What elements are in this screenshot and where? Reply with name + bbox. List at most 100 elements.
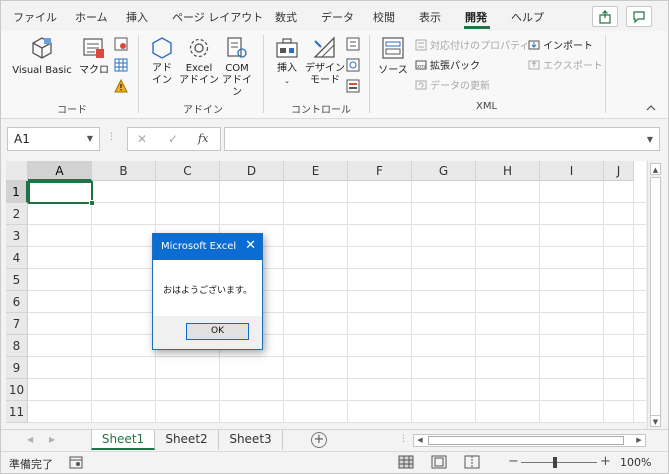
- macro-button[interactable]: マクロ: [79, 35, 109, 89]
- tab-split-handle-icon[interactable]: ⋮: [399, 434, 408, 444]
- expansion-packs-button[interactable]: xml 拡張パック: [415, 57, 480, 72]
- refresh-data-button[interactable]: データの更新: [415, 77, 490, 92]
- cancel-entry-icon[interactable]: ✕: [137, 132, 147, 146]
- formula-input[interactable]: ▼: [224, 127, 660, 151]
- name-box[interactable]: A1 ▼: [7, 127, 100, 151]
- row-header-5[interactable]: 5: [6, 269, 28, 291]
- insert-function-icon[interactable]: fx: [198, 132, 208, 145]
- column-header-j[interactable]: J: [604, 161, 634, 181]
- view-code-icon[interactable]: [346, 58, 360, 72]
- visual-basic-label: Visual Basic: [12, 65, 72, 76]
- tab-insert[interactable]: 挿入: [126, 9, 148, 25]
- zoom-slider[interactable]: [521, 462, 597, 463]
- record-macro-icon[interactable]: [114, 37, 128, 51]
- active-cell[interactable]: [28, 181, 95, 206]
- tab-data[interactable]: データ: [321, 9, 354, 25]
- tab-help[interactable]: ヘルプ: [511, 9, 544, 25]
- column-header-f[interactable]: F: [348, 161, 412, 181]
- row-header-7[interactable]: 7: [6, 313, 28, 335]
- page-break-view-icon[interactable]: [464, 455, 480, 469]
- import-button[interactable]: インポート: [528, 37, 593, 52]
- tab-home[interactable]: ホーム: [75, 9, 108, 25]
- addins-label-1: アド: [152, 63, 172, 74]
- addins-button[interactable]: アド イン: [143, 35, 181, 95]
- row-header-4[interactable]: 4: [6, 247, 28, 269]
- page-layout-view-icon[interactable]: [431, 455, 447, 469]
- row-header-6[interactable]: 6: [6, 291, 28, 313]
- tab-formulas[interactable]: 数式: [275, 9, 297, 25]
- expand-formula-icon[interactable]: ▼: [647, 135, 653, 144]
- horizontal-scrollbar[interactable]: ◀ ▶: [413, 434, 646, 447]
- column-header-i[interactable]: I: [540, 161, 604, 181]
- visual-basic-button[interactable]: Visual Basic: [9, 35, 75, 89]
- expansion-packs-icon: xml: [415, 60, 427, 70]
- scroll-down-icon[interactable]: ▼: [650, 415, 661, 427]
- row-header-1[interactable]: 1: [6, 181, 28, 203]
- vertical-scrollbar[interactable]: ▲ ▼: [647, 161, 662, 429]
- zoom-slider-thumb[interactable]: [553, 457, 557, 468]
- toolbox-icon: [276, 38, 298, 58]
- macro-recording-icon[interactable]: [69, 456, 83, 469]
- ok-button[interactable]: OK: [186, 323, 249, 340]
- tab-page-layout[interactable]: ページ レイアウト: [172, 9, 263, 25]
- column-header-c[interactable]: C: [156, 161, 220, 181]
- comments-button[interactable]: [626, 6, 652, 27]
- sheet-tab-sheet2[interactable]: Sheet2: [155, 430, 219, 450]
- scroll-up-icon[interactable]: ▲: [650, 163, 661, 175]
- row-header-2[interactable]: 2: [6, 203, 28, 225]
- insert-control-button[interactable]: 挿入 ⌄: [269, 35, 305, 97]
- column-header-d[interactable]: D: [220, 161, 284, 181]
- scroll-thumb[interactable]: [650, 177, 661, 417]
- horizontal-scroll-thumb[interactable]: [428, 436, 624, 445]
- previous-sheet-icon[interactable]: ◀: [27, 435, 33, 444]
- chevron-down-icon[interactable]: ▼: [87, 134, 93, 143]
- zoom-out-button[interactable]: −: [508, 454, 519, 469]
- map-properties-button[interactable]: 対応付けのプロパティ: [415, 37, 529, 52]
- normal-view-icon[interactable]: [398, 455, 414, 469]
- scroll-right-icon[interactable]: ▶: [633, 435, 645, 446]
- row-header-3[interactable]: 3: [6, 225, 28, 247]
- column-header-e[interactable]: E: [284, 161, 348, 181]
- more-options-icon: ⋮: [107, 132, 116, 142]
- sheet-tab-sheet3[interactable]: Sheet3: [219, 430, 283, 450]
- select-all-button[interactable]: [6, 161, 28, 181]
- sheet-tab-sheet1[interactable]: Sheet1: [91, 430, 155, 450]
- add-sheet-icon[interactable]: +: [311, 432, 327, 448]
- tab-developer[interactable]: 開発: [465, 9, 487, 25]
- zoom-in-button[interactable]: +: [600, 454, 611, 469]
- visual-basic-icon: [32, 37, 52, 59]
- group-separator: [138, 35, 139, 113]
- relative-reference-icon[interactable]: [114, 58, 128, 72]
- scroll-left-icon[interactable]: ◀: [414, 435, 426, 446]
- com-addins-button[interactable]: COM アドイン: [218, 35, 256, 98]
- row-header-11[interactable]: 11: [6, 401, 28, 423]
- collapse-ribbon-icon[interactable]: [646, 103, 656, 113]
- run-dialog-icon[interactable]: [346, 79, 360, 93]
- design-mode-button[interactable]: デザイン モード: [305, 35, 345, 97]
- confirm-entry-icon[interactable]: ✓: [168, 132, 178, 146]
- tab-review[interactable]: 校閲: [373, 9, 395, 25]
- export-button[interactable]: エクスポート: [528, 57, 603, 72]
- xml-source-label: ソース: [378, 65, 408, 76]
- properties-icon[interactable]: [346, 37, 360, 51]
- import-label: インポート: [543, 41, 593, 52]
- excel-addins-button[interactable]: Excel アドイン: [179, 35, 219, 95]
- worksheet-grid[interactable]: ABCDEFGHIJ 1 2 3 4 5 6 7 8 9 10 11: [6, 161, 646, 423]
- column-header-g[interactable]: G: [412, 161, 476, 181]
- xml-source-button[interactable]: ソース: [375, 35, 411, 89]
- row-header-8[interactable]: 8: [6, 335, 28, 357]
- column-header-a[interactable]: A: [28, 161, 92, 181]
- zoom-level[interactable]: 100%: [620, 456, 651, 469]
- tab-file[interactable]: ファイル: [13, 9, 57, 25]
- macro-security-icon[interactable]: [114, 79, 128, 93]
- share-button[interactable]: [592, 6, 618, 27]
- close-icon[interactable]: ✕: [245, 238, 256, 253]
- next-sheet-icon[interactable]: ▶: [49, 435, 55, 444]
- fill-handle[interactable]: [89, 200, 95, 206]
- column-header-b[interactable]: B: [92, 161, 156, 181]
- column-header-h[interactable]: H: [476, 161, 540, 181]
- tab-view[interactable]: 表示: [419, 9, 441, 25]
- row-header-9[interactable]: 9: [6, 357, 28, 379]
- map-properties-icon: [415, 39, 427, 50]
- row-header-10[interactable]: 10: [6, 379, 28, 401]
